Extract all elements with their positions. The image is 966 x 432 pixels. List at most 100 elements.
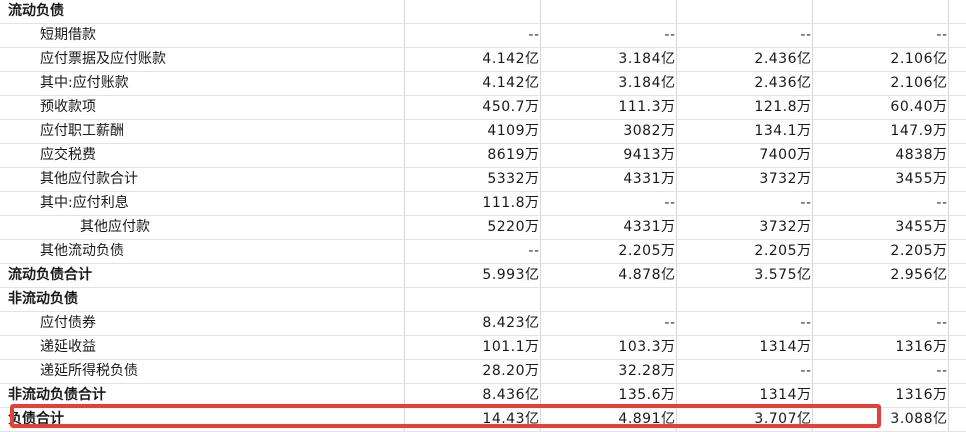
empty-cell [948, 47, 966, 72]
value-cell: 4838万 [812, 143, 949, 168]
value-cell: 8.436亿 [404, 383, 541, 408]
value-cell [540, 0, 677, 24]
value-cell: 7400万 [676, 143, 813, 168]
value-cell: 450.7万 [404, 95, 541, 120]
balance-sheet-liabilities: 流动负债 短期借款 -- -- -- -- 应付票据及应付账款 4.142亿 3.184亿 2.4… [0, 0, 966, 432]
row-label: 预收款项 [0, 95, 405, 120]
value-cell: 8.423亿 [404, 311, 541, 336]
empty-cell [948, 95, 966, 120]
value-cell: 3455万 [812, 167, 949, 192]
table-row: 流动负债 [0, 0, 966, 24]
value-cell [540, 287, 677, 312]
value-cell: 147.9万 [812, 119, 949, 144]
value-cell [676, 287, 813, 312]
row-label: 应付职工薪酬 [0, 119, 405, 144]
value-cell: 103.3万 [540, 335, 677, 360]
value-cell: 2.106亿 [812, 71, 949, 96]
empty-cell [948, 287, 966, 312]
empty-cell [948, 263, 966, 288]
value-cell: -- [812, 311, 949, 336]
table-row: 应付债券 8.423亿 -- -- -- [0, 311, 966, 336]
empty-cell [948, 71, 966, 96]
row-label: 应付债券 [0, 311, 405, 336]
value-cell: -- [676, 191, 813, 216]
value-cell [404, 287, 541, 312]
row-label: 其他应付款 [0, 215, 405, 240]
value-cell [404, 0, 541, 24]
value-cell [812, 287, 949, 312]
value-cell: -- [540, 311, 677, 336]
value-cell: 4109万 [404, 119, 541, 144]
value-cell: -- [812, 191, 949, 216]
table-row: 负债合计 14.43亿 4.891亿 3.707亿 3.088亿 [0, 407, 966, 432]
row-label: 递延所得税负债 [0, 359, 405, 384]
value-cell: 111.3万 [540, 95, 677, 120]
value-cell: -- [812, 23, 949, 48]
value-cell [676, 0, 813, 24]
value-cell: 4.142亿 [404, 47, 541, 72]
value-cell: -- [676, 359, 813, 384]
table-row: 预收款项 450.7万 111.3万 121.8万 60.40万 [0, 95, 966, 120]
table-row: 其他应付款合计 5332万 4331万 3732万 3455万 [0, 167, 966, 192]
value-cell: 4.878亿 [540, 263, 677, 288]
value-cell: 2.205万 [540, 239, 677, 264]
value-cell: 14.43亿 [404, 407, 541, 432]
value-cell: 4.891亿 [540, 407, 677, 432]
value-cell: 1314万 [676, 335, 813, 360]
value-cell [812, 0, 949, 24]
table-row: 递延收益 101.1万 103.3万 1314万 1316万 [0, 335, 966, 360]
value-cell: -- [812, 359, 949, 384]
value-cell: 3732万 [676, 215, 813, 240]
empty-cell [948, 215, 966, 240]
value-cell: 1314万 [676, 383, 813, 408]
value-cell: 3.707亿 [676, 407, 813, 432]
value-cell: 111.8万 [404, 191, 541, 216]
value-cell: 2.106亿 [812, 47, 949, 72]
value-cell: -- [404, 239, 541, 264]
value-cell: 2.956亿 [812, 263, 949, 288]
row-label: 其他流动负债 [0, 239, 405, 264]
value-cell: 4.142亿 [404, 71, 541, 96]
value-cell: -- [540, 23, 677, 48]
table-row: 其中:应付利息 111.8万 -- -- -- [0, 191, 966, 216]
value-cell: 101.1万 [404, 335, 541, 360]
table-row: 流动负债合计 5.993亿 4.878亿 3.575亿 2.956亿 [0, 263, 966, 288]
table-row: 短期借款 -- -- -- -- [0, 23, 966, 48]
table-row: 非流动负债合计 8.436亿 135.6万 1314万 1316万 [0, 383, 966, 408]
value-cell: 2.205万 [676, 239, 813, 264]
table-row: 其中:应付账款 4.142亿 3.184亿 2.436亿 2.106亿 [0, 71, 966, 96]
value-cell: 3.575亿 [676, 263, 813, 288]
row-label: 短期借款 [0, 23, 405, 48]
empty-cell [948, 383, 966, 408]
table-row: 其他应付款 5220万 4331万 3732万 3455万 [0, 215, 966, 240]
value-cell: 1316万 [812, 335, 949, 360]
row-label: 其他应付款合计 [0, 167, 405, 192]
row-label: 非流动负债合计 [0, 383, 405, 408]
row-label: 流动负债合计 [0, 263, 405, 288]
value-cell: 2.205万 [812, 239, 949, 264]
row-label: 递延收益 [0, 335, 405, 360]
value-cell: 134.1万 [676, 119, 813, 144]
empty-cell [948, 23, 966, 48]
value-cell: 5.993亿 [404, 263, 541, 288]
value-cell: 8619万 [404, 143, 541, 168]
table-row: 应付职工薪酬 4109万 3082万 134.1万 147.9万 [0, 119, 966, 144]
row-label: 应交税费 [0, 143, 405, 168]
table-row: 其他流动负债 -- 2.205万 2.205万 2.205万 [0, 239, 966, 264]
value-cell: 1316万 [812, 383, 949, 408]
liabilities-table: 流动负债 短期借款 -- -- -- -- 应付票据及应付账款 4.142亿 3.184亿 2.4… [0, 0, 966, 432]
empty-cell [948, 0, 966, 24]
value-cell: -- [676, 23, 813, 48]
table-row: 递延所得税负债 28.20万 32.28万 -- -- [0, 359, 966, 384]
value-cell: -- [404, 23, 541, 48]
table-body: 流动负债 短期借款 -- -- -- -- 应付票据及应付账款 4.142亿 3.184亿 2.4… [0, 0, 966, 432]
value-cell: 60.40万 [812, 95, 949, 120]
empty-cell [948, 119, 966, 144]
row-label: 其中:应付账款 [0, 71, 405, 96]
value-cell: 4331万 [540, 167, 677, 192]
row-label: 应付票据及应付账款 [0, 47, 405, 72]
value-cell: 2.436亿 [676, 71, 813, 96]
empty-cell [948, 191, 966, 216]
value-cell: -- [540, 191, 677, 216]
value-cell: 121.8万 [676, 95, 813, 120]
